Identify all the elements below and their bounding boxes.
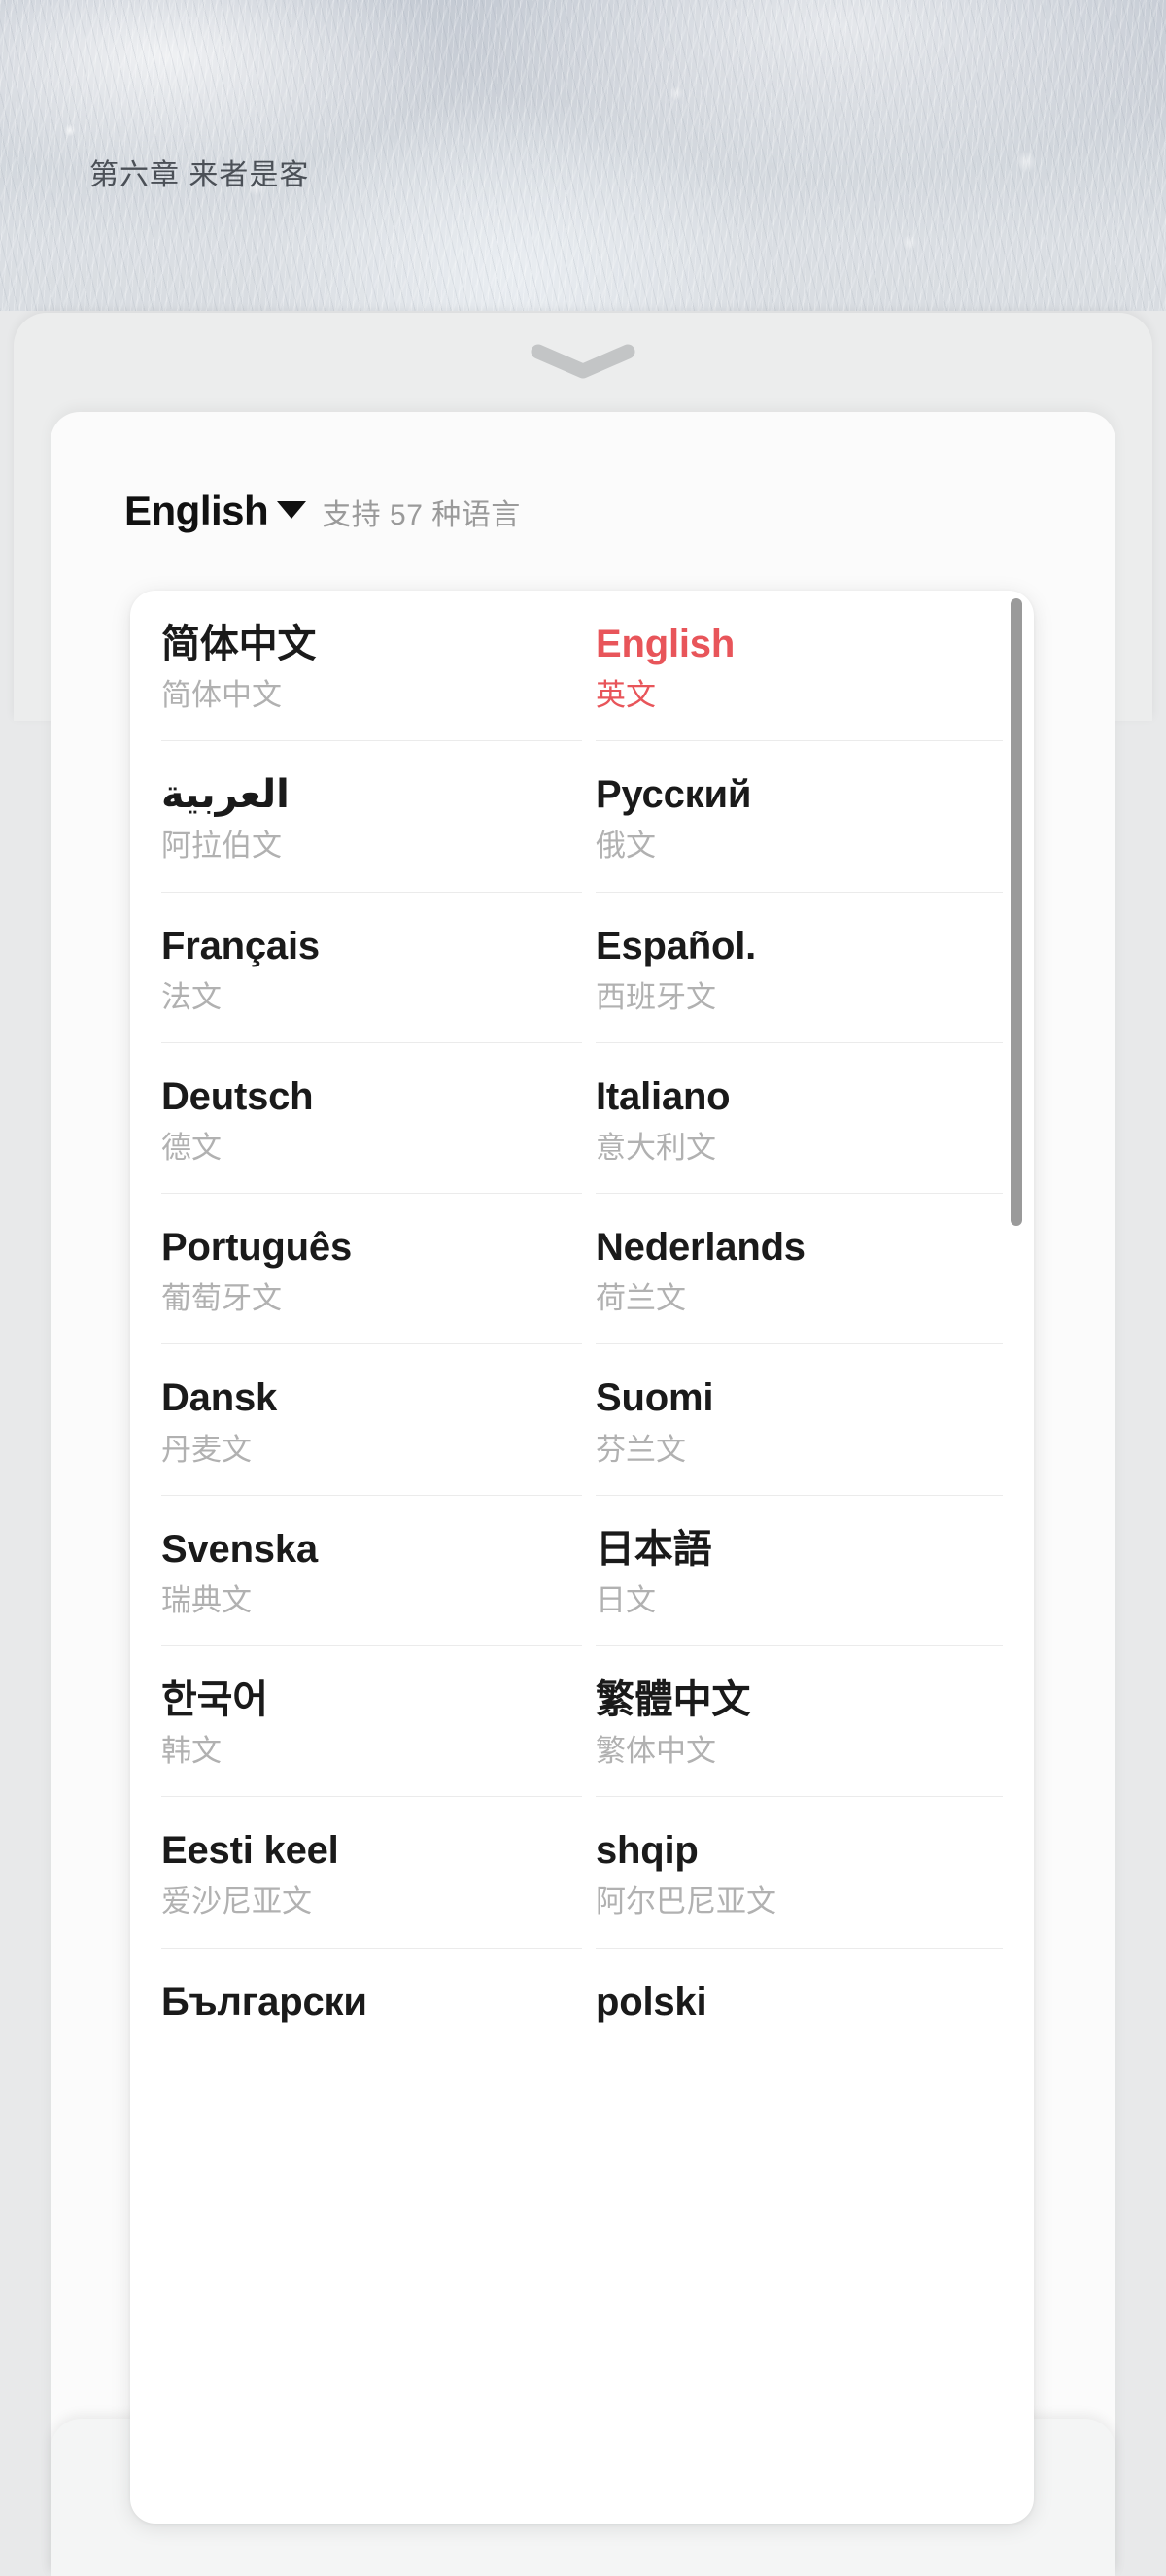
current-language-dropdown[interactable]: English xyxy=(124,488,307,533)
caret-down-icon xyxy=(277,500,307,519)
supported-language-count: 支持 57 种语言 xyxy=(322,499,521,531)
language-chinese-name: 阿尔巴尼亚文 xyxy=(596,1884,776,1919)
chevron-down-icon xyxy=(531,344,635,379)
language-native-name: polski xyxy=(596,1980,707,2023)
language-option[interactable]: Suomi 芬兰文 xyxy=(596,1344,1003,1496)
language-native-name: Português xyxy=(161,1226,352,1270)
language-option[interactable]: Dansk 丹麦文 xyxy=(161,1344,582,1496)
language-row: Български polski xyxy=(130,1949,1034,2052)
language-row: العربية 阿拉伯文 Русский 俄文 xyxy=(130,741,1034,893)
language-row: Deutsch 德文 Italiano 意大利文 xyxy=(130,1043,1034,1195)
language-option[interactable]: 繁體中文 繁体中文 xyxy=(596,1646,1003,1798)
language-native-name: 한국어 xyxy=(161,1678,268,1721)
language-row: Français 法文 Español. 西班牙文 xyxy=(130,893,1034,1043)
language-chinese-name: 阿拉伯文 xyxy=(161,829,282,864)
language-row: Dansk 丹麦文 Suomi 芬兰文 xyxy=(130,1344,1034,1496)
language-option[interactable]: 한국어 韩文 xyxy=(161,1646,582,1798)
language-native-name: Italiano xyxy=(596,1074,731,1118)
language-option[interactable]: العربية 阿拉伯文 xyxy=(161,741,582,893)
language-native-name: shqip xyxy=(596,1829,699,1873)
language-option[interactable]: Nederlands 荷兰文 xyxy=(596,1194,1003,1345)
language-option[interactable]: Deutsch 德文 xyxy=(161,1043,582,1195)
language-row: 简体中文 简体中文 English 英文 xyxy=(130,591,1034,742)
language-chinese-name: 日文 xyxy=(596,1582,656,1617)
language-grid: 简体中文 简体中文 English 英文 العربية 阿拉伯文 Русский 俄文 Fra… xyxy=(130,591,1034,2052)
current-language-label: English xyxy=(124,488,269,533)
language-native-name: 简体中文 xyxy=(161,623,317,665)
language-chinese-name: 简体中文 xyxy=(161,678,282,713)
language-native-name: Eesti keel xyxy=(161,1829,339,1873)
language-native-name: English xyxy=(596,623,736,665)
app-screen: 第六章 来者是客 English 支持 57 种语言 简体中文 简体中文 Engli… xyxy=(0,0,1166,2576)
language-option[interactable]: Русский 俄文 xyxy=(596,741,1003,893)
language-option[interactable]: Português 葡萄牙文 xyxy=(161,1194,582,1345)
scrollbar-thumb[interactable] xyxy=(1011,598,1022,1226)
language-list-card: 简体中文 简体中文 English 英文 العربية 阿拉伯文 Русский 俄文 Fra… xyxy=(130,591,1034,2524)
language-row: Svenska 瑞典文 日本語日文 xyxy=(130,1496,1034,1646)
language-native-name: Svenska xyxy=(161,1527,318,1571)
language-header: English 支持 57 种语言 xyxy=(124,491,521,531)
language-chinese-name: 法文 xyxy=(161,979,222,1014)
language-chinese-name: 繁体中文 xyxy=(596,1734,716,1769)
language-chinese-name: 意大利文 xyxy=(596,1131,716,1166)
language-option[interactable]: Eesti keel 爱沙尼亚文 xyxy=(161,1797,582,1949)
language-native-name: Русский xyxy=(596,773,752,817)
language-native-name: Български xyxy=(161,1980,367,2023)
language-native-name: Español. xyxy=(596,924,757,967)
language-native-name: 日本語 xyxy=(596,1527,712,1571)
language-native-name: Dansk xyxy=(161,1376,278,1420)
language-native-name: Nederlands xyxy=(596,1226,806,1270)
language-chinese-name: 俄文 xyxy=(596,829,656,864)
language-chinese-name: 芬兰文 xyxy=(596,1432,686,1467)
language-row: Eesti keel 爱沙尼亚文 shqip 阿尔巴尼亚文 xyxy=(130,1797,1034,1949)
language-native-name: Français xyxy=(161,924,320,967)
language-option[interactable]: 简体中文 简体中文 xyxy=(161,591,582,742)
language-chinese-name: 葡萄牙文 xyxy=(161,1281,282,1316)
language-row: 한국어 韩文 繁體中文繁体中文 xyxy=(130,1646,1034,1798)
language-native-name: العربية xyxy=(161,773,290,817)
language-chinese-name: 韩文 xyxy=(161,1734,222,1769)
language-chinese-name: 爱沙尼亚文 xyxy=(161,1884,312,1919)
language-chinese-name: 西班牙文 xyxy=(596,979,716,1014)
language-native-name: Suomi xyxy=(596,1376,714,1420)
language-option[interactable]: Italiano 意大利文 xyxy=(596,1043,1003,1195)
language-list-scrollbar[interactable] xyxy=(1011,598,1022,2516)
language-native-name: 繁體中文 xyxy=(596,1678,751,1721)
language-row: Português 葡萄牙文 Nederlands 荷兰文 xyxy=(130,1194,1034,1345)
language-option[interactable]: Svenska 瑞典文 xyxy=(161,1496,582,1646)
sheet-collapse-handle[interactable] xyxy=(529,342,637,379)
language-native-name: Deutsch xyxy=(161,1074,314,1118)
language-option[interactable]: Español. 西班牙文 xyxy=(596,893,1003,1043)
language-option[interactable]: Български xyxy=(161,1949,582,2052)
language-chinese-name: 荷兰文 xyxy=(596,1281,686,1316)
language-option[interactable]: Français 法文 xyxy=(161,893,582,1043)
language-option[interactable]: shqip 阿尔巴尼亚文 xyxy=(596,1797,1003,1949)
chapter-title: 第六章 来者是客 xyxy=(89,159,310,191)
language-option[interactable]: 日本語 日文 xyxy=(596,1496,1003,1646)
language-chinese-name: 丹麦文 xyxy=(161,1432,252,1467)
language-chinese-name: 瑞典文 xyxy=(161,1582,252,1617)
language-option[interactable]: English 英文 xyxy=(596,591,1003,742)
language-chinese-name: 德文 xyxy=(161,1131,222,1166)
language-option[interactable]: polski xyxy=(596,1949,1003,2052)
language-chinese-name: 英文 xyxy=(596,678,656,713)
